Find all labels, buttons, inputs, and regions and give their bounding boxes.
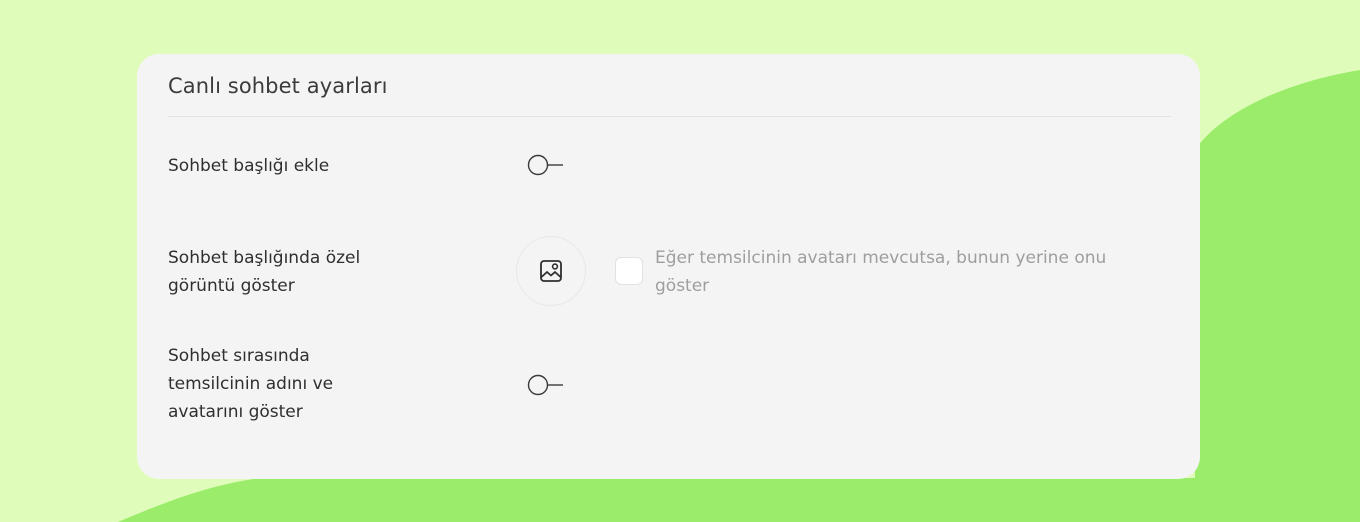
setting-label-chat-title: Sohbet başlığı ekle <box>168 156 330 176</box>
live-chat-settings-card: Canlı sohbet ayarları Sohbet başlığı ekl… <box>137 54 1200 479</box>
agent-name-avatar-toggle[interactable] <box>526 373 566 397</box>
custom-image-picker-button[interactable] <box>516 236 586 306</box>
setting-label-custom-image: Sohbet başlığında özel görüntü göster <box>168 248 361 296</box>
chat-title-toggle[interactable] <box>526 153 566 177</box>
setting-label-agent-name-avatar: Sohbet sırasında temsilcinin adını ve av… <box>168 346 334 422</box>
use-agent-avatar-checkbox[interactable] <box>615 257 643 285</box>
card-title: Canlı sohbet ayarları <box>168 74 388 98</box>
title-divider <box>168 116 1171 117</box>
image-icon <box>540 260 562 282</box>
use-agent-avatar-label: Eğer temsilcinin avatarı mevcutsa, bunun… <box>655 248 1107 296</box>
